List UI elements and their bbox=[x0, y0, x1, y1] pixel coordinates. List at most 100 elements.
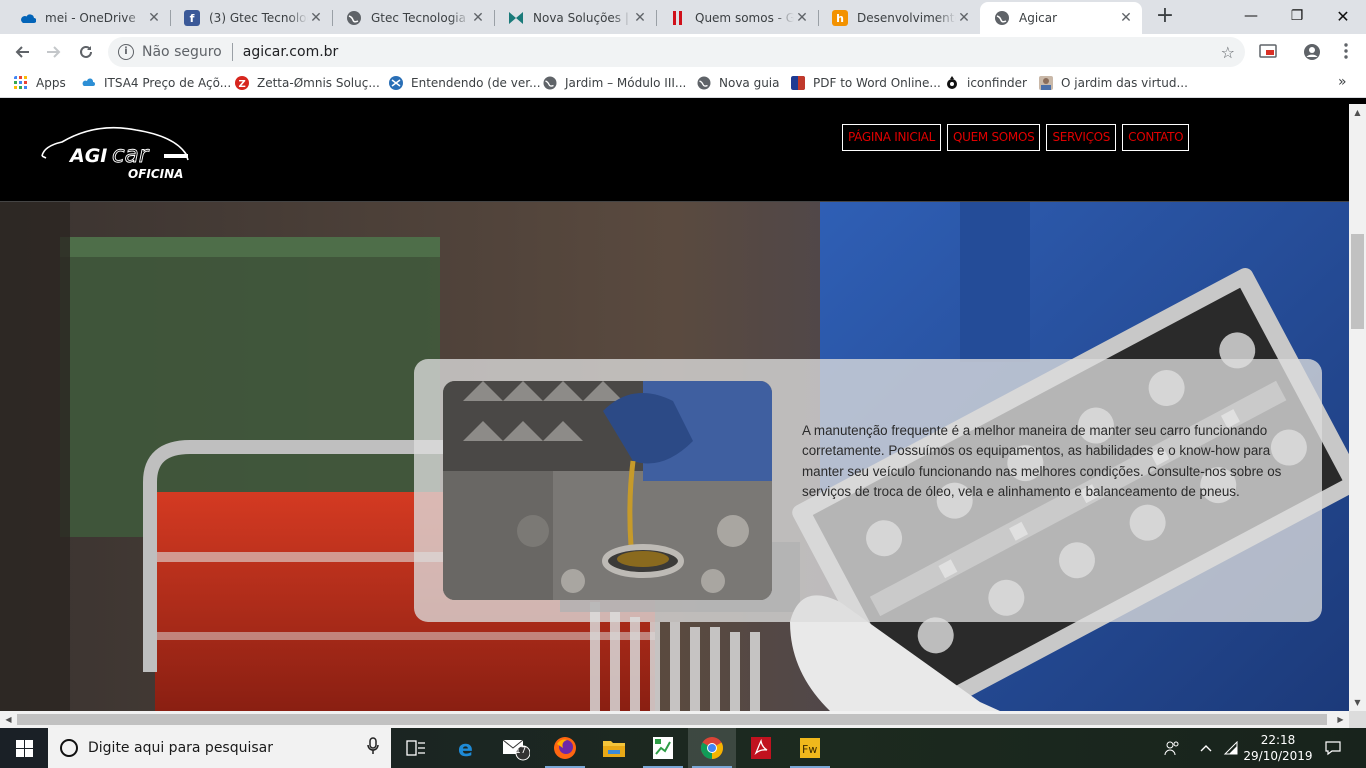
bars-icon bbox=[670, 10, 686, 26]
agicar-logo[interactable]: AGI car OFICINA bbox=[36, 124, 196, 184]
bookmark-jardim[interactable]: Jardim – Módulo III... bbox=[543, 76, 686, 90]
tab-strip: mei - OneDrive ✕ f (3) Gtec Tecnologia ✕… bbox=[0, 0, 1366, 34]
close-icon[interactable]: ✕ bbox=[956, 10, 972, 26]
minimize-button[interactable]: — bbox=[1228, 0, 1274, 32]
hero-section: A manutenção frequente é a melhor maneir… bbox=[0, 202, 1349, 711]
bookmarks-overflow-button[interactable]: » bbox=[1338, 74, 1347, 90]
pdf-icon bbox=[751, 737, 771, 759]
task-view-button[interactable] bbox=[392, 728, 440, 768]
people-icon[interactable] bbox=[1160, 728, 1184, 768]
close-icon[interactable]: ✕ bbox=[794, 10, 810, 26]
firefox-app[interactable] bbox=[541, 728, 589, 768]
address-bar[interactable]: i Não seguro agicar.com.br ☆ bbox=[108, 37, 1245, 67]
bookmark-iconfinder[interactable]: iconfinder bbox=[945, 76, 1027, 90]
h-icon: h bbox=[832, 10, 848, 26]
new-tab-button[interactable]: + bbox=[1152, 4, 1178, 30]
tab-gtec[interactable]: Gtec Tecnologia - ✕ bbox=[332, 2, 494, 34]
scrollbar-thumb[interactable] bbox=[17, 714, 1327, 725]
tab-title: Nova Soluções | Si bbox=[533, 11, 632, 25]
chevron-up-icon[interactable] bbox=[1196, 728, 1216, 768]
bookmark-nova-guia[interactable]: Nova guia bbox=[697, 76, 780, 90]
reload-button[interactable] bbox=[72, 38, 100, 66]
tab-title: Agicar bbox=[1019, 11, 1058, 25]
menu-icon[interactable] bbox=[1336, 43, 1356, 63]
microphone-icon[interactable] bbox=[367, 737, 379, 759]
windows-logo-icon bbox=[15, 739, 33, 757]
globe-icon bbox=[994, 10, 1010, 26]
nav-pagina-inicial[interactable]: PÁGINA INICIAL bbox=[842, 124, 941, 151]
start-button[interactable] bbox=[0, 728, 48, 768]
chrome-app[interactable] bbox=[688, 728, 736, 768]
tab-quem-somos[interactable]: Quem somos - Gte ✕ bbox=[656, 2, 818, 34]
close-icon[interactable]: ✕ bbox=[632, 10, 648, 26]
bookmark-zetta[interactable]: Z Zetta-Ømnis Soluç... bbox=[235, 76, 380, 90]
globe-icon bbox=[346, 10, 362, 26]
browser-toolbar: i Não seguro agicar.com.br ☆ bbox=[0, 34, 1366, 70]
tab-facebook[interactable]: f (3) Gtec Tecnologia ✕ bbox=[170, 2, 332, 34]
bookmark-apps[interactable]: Apps bbox=[14, 76, 66, 90]
bookmark-itsa4[interactable]: ITSA4 Preço de Açõ... bbox=[82, 76, 231, 90]
logo-agi: AGI bbox=[68, 145, 107, 167]
file-explorer-app[interactable] bbox=[590, 728, 638, 768]
system-clock[interactable]: 22:18 29/10/2019 bbox=[1240, 732, 1316, 764]
scroll-left-arrow-icon[interactable]: ◀ bbox=[0, 711, 17, 728]
close-icon[interactable]: ✕ bbox=[470, 10, 486, 26]
scrollbar-corner bbox=[1349, 711, 1366, 728]
nav-contato[interactable]: CONTATO bbox=[1122, 124, 1190, 151]
nav-servicos[interactable]: SERVIÇOS bbox=[1046, 124, 1117, 151]
scroll-right-arrow-icon[interactable]: ▶ bbox=[1332, 711, 1349, 728]
tab-onedrive[interactable]: mei - OneDrive ✕ bbox=[6, 2, 170, 34]
url-text[interactable]: agicar.com.br bbox=[243, 44, 339, 60]
bookmark-jardim-virtudes[interactable]: O jardim das virtud... bbox=[1039, 76, 1188, 90]
nav-quem-somos[interactable]: QUEM SOMOS bbox=[946, 124, 1041, 151]
tab-title: Desenvolvimento bbox=[857, 11, 956, 25]
notification-icon[interactable] bbox=[1320, 728, 1346, 768]
edge-app[interactable]: e bbox=[443, 728, 491, 768]
tab-agicar[interactable]: Agicar ✕ bbox=[980, 2, 1142, 34]
globe-icon bbox=[543, 76, 557, 90]
site-header: AGI car OFICINA PÁGINA INICIAL QUEM SOMO… bbox=[0, 104, 1349, 202]
fireworks-app[interactable]: Fw bbox=[786, 728, 834, 768]
scroll-down-arrow-icon[interactable]: ▼ bbox=[1349, 694, 1366, 711]
pdf-icon bbox=[791, 76, 805, 90]
account-icon[interactable] bbox=[1302, 43, 1322, 63]
apps-icon bbox=[14, 76, 27, 89]
wifi-icon[interactable] bbox=[1220, 728, 1242, 768]
reload-icon bbox=[80, 45, 92, 58]
scroll-up-arrow-icon[interactable]: ▲ bbox=[1349, 104, 1366, 121]
windows-taskbar: Digite aqui para pesquisar e 17 Fw 22:18… bbox=[0, 728, 1366, 768]
spreadsheet-app[interactable] bbox=[639, 728, 687, 768]
main-nav: PÁGINA INICIAL QUEM SOMOS SERVIÇOS CONTA… bbox=[842, 124, 1190, 151]
close-icon[interactable]: ✕ bbox=[308, 10, 324, 26]
task-view-icon bbox=[406, 740, 425, 756]
svg-text:Fw: Fw bbox=[802, 743, 817, 756]
tab-title: Quem somos - Gte bbox=[695, 11, 794, 25]
forward-button[interactable] bbox=[40, 38, 68, 66]
taskbar-search-box[interactable]: Digite aqui para pesquisar bbox=[48, 728, 391, 768]
tab-nova-solucoes[interactable]: Nova Soluções | Si ✕ bbox=[494, 2, 656, 34]
tab-desenvolvimento[interactable]: h Desenvolvimento ✕ bbox=[818, 2, 980, 34]
horizontal-scrollbar[interactable]: ◀ ▶ bbox=[0, 711, 1349, 728]
bookmark-pdf-to-word[interactable]: PDF to Word Online... bbox=[791, 76, 941, 90]
tab-title: Gtec Tecnologia - bbox=[371, 11, 470, 25]
cast-icon[interactable] bbox=[1258, 43, 1278, 63]
close-icon[interactable]: ✕ bbox=[146, 10, 162, 26]
info-icon[interactable]: i bbox=[118, 44, 134, 60]
acrobat-app[interactable] bbox=[737, 728, 785, 768]
tab-title: mei - OneDrive bbox=[45, 11, 136, 25]
avatar-icon bbox=[1039, 76, 1053, 90]
star-icon[interactable]: ☆ bbox=[1221, 43, 1235, 62]
mail-badge: 17 bbox=[515, 746, 527, 756]
zetta-icon: Z bbox=[235, 76, 249, 90]
maximize-button[interactable]: ❐ bbox=[1274, 0, 1320, 32]
mail-app[interactable]: 17 bbox=[492, 728, 540, 768]
bookmark-label: Nova guia bbox=[719, 76, 780, 90]
scrollbar-thumb[interactable] bbox=[1351, 234, 1364, 329]
bookmark-entendendo[interactable]: Entendendo (de ver... bbox=[389, 76, 541, 90]
logo-subtitle: OFICINA bbox=[128, 167, 183, 181]
screen: mei - OneDrive ✕ f (3) Gtec Tecnologia ✕… bbox=[0, 0, 1366, 768]
back-button[interactable] bbox=[8, 38, 36, 66]
close-window-button[interactable]: ✕ bbox=[1320, 0, 1366, 32]
close-icon[interactable]: ✕ bbox=[1118, 10, 1134, 26]
vertical-scrollbar[interactable]: ▲ ▼ bbox=[1349, 104, 1366, 711]
